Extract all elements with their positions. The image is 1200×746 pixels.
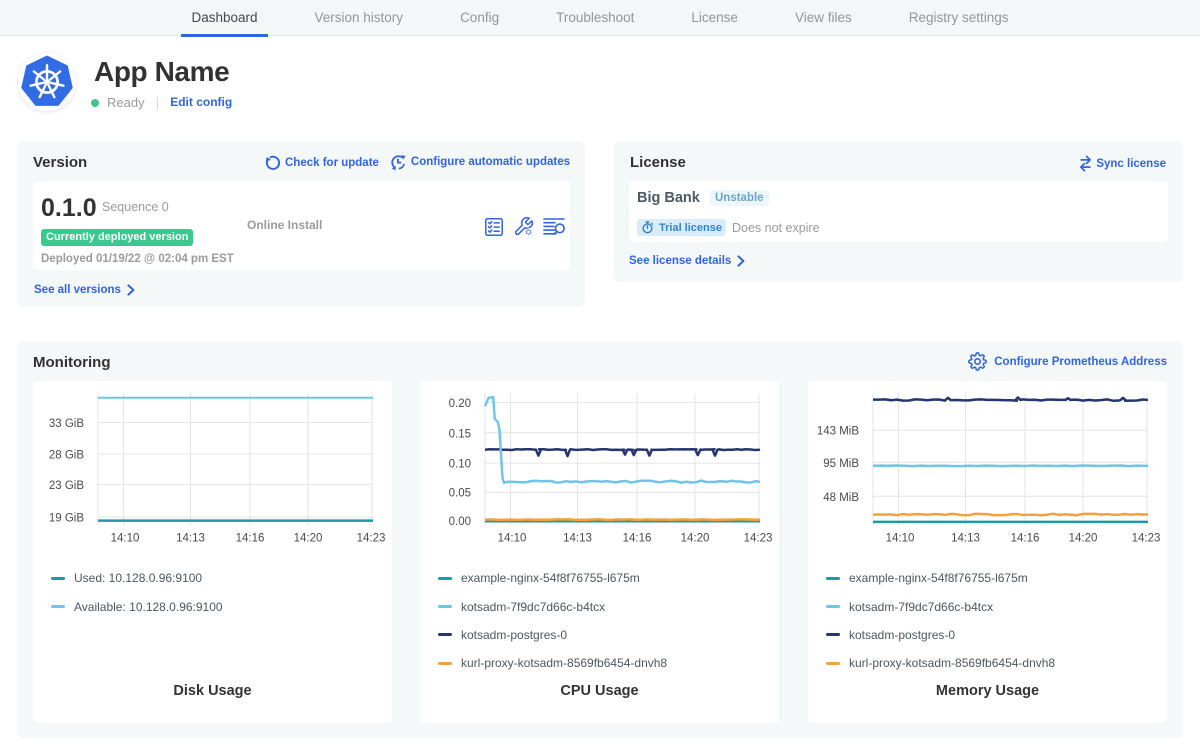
svg-text:143 MiB: 143 MiB: [817, 426, 860, 438]
svg-text:0.00: 0.00: [449, 516, 471, 528]
svg-text:14:20: 14:20: [294, 533, 323, 545]
svg-text:0.20: 0.20: [449, 398, 471, 410]
svg-text:0.05: 0.05: [449, 488, 471, 500]
svg-text:33 GiB: 33 GiB: [49, 418, 84, 430]
svg-text:14:10: 14:10: [886, 533, 915, 545]
svg-text:14:23: 14:23: [357, 533, 386, 545]
svg-text:14:20: 14:20: [1069, 533, 1098, 545]
svg-text:19 GiB: 19 GiB: [49, 513, 84, 525]
svg-text:14:13: 14:13: [951, 533, 980, 545]
svg-text:14:10: 14:10: [111, 533, 140, 545]
svg-text:0.15: 0.15: [449, 428, 471, 440]
svg-text:14:23: 14:23: [744, 533, 773, 545]
svg-text:14:16: 14:16: [236, 533, 265, 545]
svg-text:14:10: 14:10: [498, 533, 527, 545]
svg-text:14:23: 14:23: [1132, 533, 1161, 545]
svg-text:14:16: 14:16: [623, 533, 652, 545]
svg-text:14:13: 14:13: [563, 533, 592, 545]
svg-text:14:13: 14:13: [176, 533, 205, 545]
svg-text:95 MiB: 95 MiB: [823, 458, 859, 470]
svg-text:14:16: 14:16: [1011, 533, 1040, 545]
svg-text:28 GiB: 28 GiB: [49, 450, 84, 462]
svg-text:23 GiB: 23 GiB: [49, 480, 84, 492]
svg-text:14:20: 14:20: [681, 533, 710, 545]
svg-text:0.10: 0.10: [449, 459, 471, 471]
svg-text:48 MiB: 48 MiB: [823, 492, 859, 504]
